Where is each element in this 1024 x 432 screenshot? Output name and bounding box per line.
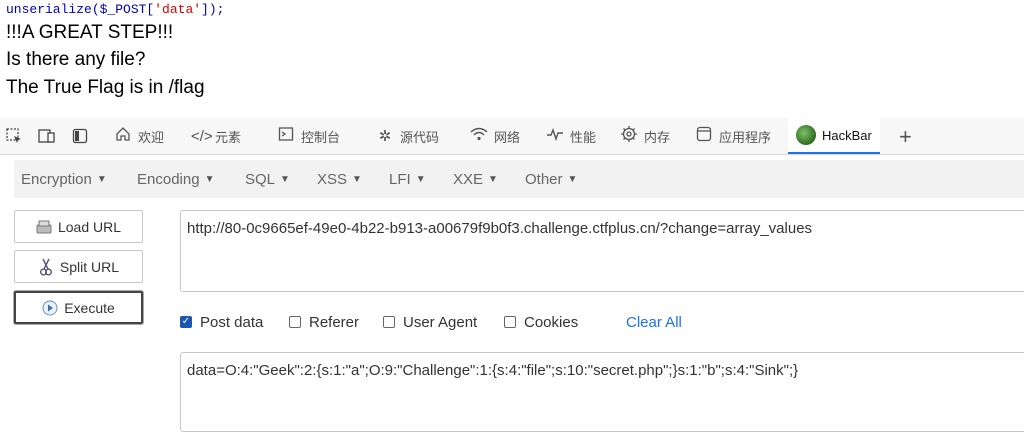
application-icon [695, 126, 713, 146]
tab-sources[interactable]: ✲ 源代码 [376, 118, 439, 154]
load-url-button[interactable]: Load URL [14, 210, 143, 243]
output-line-1: !!!A GREAT STEP!!! [6, 22, 174, 43]
hackbar-logo-icon [796, 125, 816, 145]
page-output: unserialize($_POST['data']); !!!A GREAT … [0, 0, 1024, 118]
caret-down-icon: ▼ [96, 173, 107, 185]
menu-encryption[interactable]: Encryption ▼ [21, 160, 107, 198]
add-tab-plus-icon[interactable]: + [899, 124, 912, 150]
checkbox-unchecked-icon [383, 316, 395, 328]
caret-down-icon: ▼ [415, 173, 426, 185]
output-line-2: Is there any file? [6, 49, 146, 70]
tab-hackbar[interactable]: HackBar [788, 118, 880, 154]
url-textarea[interactable]: http://80-0c9665ef-49e0-4b22-b913-a00679… [180, 210, 1024, 292]
caret-down-icon: ▼ [352, 173, 362, 185]
memory-chip-icon [620, 125, 638, 147]
split-url-button[interactable]: Split URL [14, 250, 143, 283]
checkbox-unchecked-icon [289, 316, 301, 328]
output-line-3: The True Flag is in /flag [6, 77, 205, 98]
load-url-icon [36, 219, 52, 235]
menu-other[interactable]: Other ▼ [525, 160, 577, 198]
performance-icon [546, 127, 564, 145]
caret-down-icon: ▼ [488, 173, 498, 185]
checkbox-checked-icon: ✓ [180, 316, 192, 328]
menu-lfi[interactable]: LFI ▼ [389, 160, 426, 198]
execute-button[interactable]: Execute [14, 291, 143, 324]
menu-xss[interactable]: XSS ▼ [317, 160, 362, 198]
clear-all-link[interactable]: Clear All [626, 312, 682, 332]
home-icon [114, 126, 132, 146]
cookies-checkbox[interactable]: Cookies [504, 312, 578, 332]
tab-welcome[interactable]: 欢迎 [114, 118, 164, 154]
checkbox-unchecked-icon [504, 316, 516, 328]
caret-down-icon: ▼ [204, 173, 215, 185]
menu-xxe[interactable]: XXE ▼ [453, 160, 498, 198]
hackbar-menu: Encryption ▼ Encoding ▼ SQL ▼ XSS ▼ LFI ▼ XXE… [14, 160, 1024, 198]
play-icon [42, 300, 58, 316]
tab-application[interactable]: 应用程序 [695, 118, 771, 154]
tab-network[interactable]: 网络 [470, 118, 520, 154]
scissors-icon [38, 258, 54, 275]
caret-down-icon: ▼ [280, 173, 290, 185]
post-data-checkbox[interactable]: ✓ Post data [180, 312, 263, 332]
dock-side-icon[interactable] [70, 126, 90, 146]
device-emulation-icon[interactable] [37, 126, 57, 146]
tab-memory[interactable]: 内存 [620, 118, 670, 154]
user-agent-checkbox[interactable]: User Agent [383, 312, 477, 332]
referer-checkbox[interactable]: Referer [289, 312, 359, 332]
console-icon [277, 126, 295, 146]
devtools-toolbar: 欢迎 </> 元素 控制台 ✲ 源代码 网络 性能 内存 应用程序 HackBar … [0, 118, 1024, 155]
tab-performance[interactable]: 性能 [546, 118, 596, 154]
php-source-line: unserialize($_POST['data']); [6, 2, 225, 17]
bug-icon: ✲ [378, 128, 392, 145]
tab-console[interactable]: 控制台 [277, 118, 340, 154]
wifi-icon [470, 127, 488, 145]
tab-elements[interactable]: </> 元素 [191, 118, 241, 154]
code-icon: </> [191, 127, 213, 145]
menu-sql[interactable]: SQL ▼ [245, 160, 290, 198]
inspect-element-icon[interactable] [4, 126, 24, 146]
menu-encoding[interactable]: Encoding ▼ [137, 160, 214, 198]
caret-down-icon: ▼ [567, 173, 578, 185]
post-data-textarea[interactable]: data=O:4:"Geek":2:{s:1:"a";O:9:"Challeng… [180, 352, 1024, 432]
